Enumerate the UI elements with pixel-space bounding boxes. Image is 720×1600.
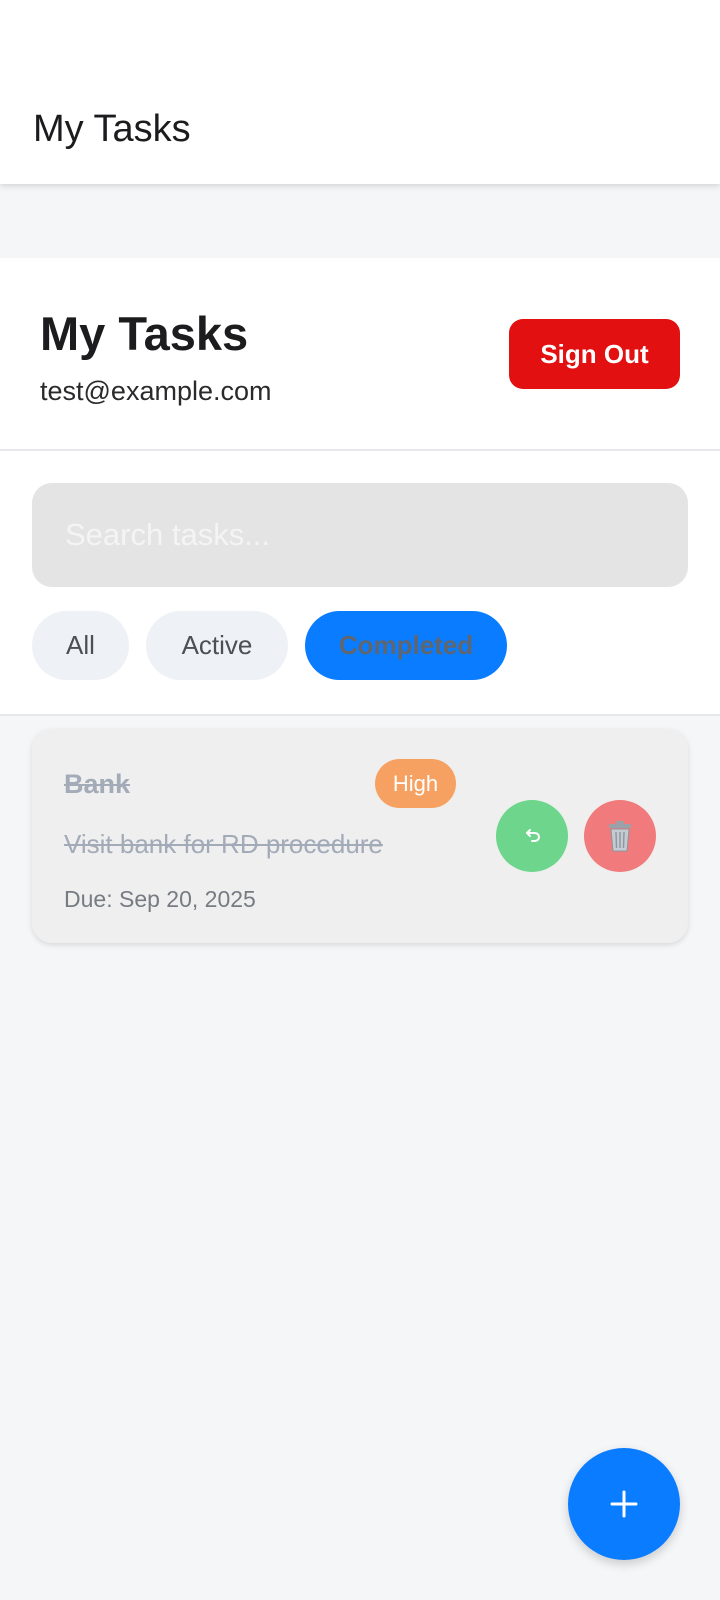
delete-button[interactable]	[584, 800, 656, 872]
trash-icon	[609, 821, 631, 852]
filter-chip-active[interactable]: Active	[146, 611, 288, 680]
task-card[interactable]: Bank High Visit bank for RD procedure Du…	[32, 729, 688, 943]
app-bar-title: My Tasks	[33, 108, 191, 150]
add-task-button[interactable]	[568, 1448, 680, 1560]
task-description: Visit bank for RD procedure	[64, 829, 383, 859]
app-bar: My Tasks	[0, 0, 720, 184]
undo-button[interactable]	[496, 800, 568, 872]
task-due-date: Due: Sep 20, 2025	[64, 886, 256, 912]
search-input[interactable]: Search tasks...	[32, 483, 688, 587]
search-placeholder: Search tasks...	[65, 517, 271, 552]
sign-out-button[interactable]: Sign Out	[509, 319, 680, 389]
task-title: Bank	[64, 769, 131, 799]
filter-chip-completed[interactable]: Completed	[305, 611, 507, 680]
priority-badge: High	[375, 759, 456, 808]
user-email: test@example.com	[40, 376, 272, 406]
undo-icon	[526, 829, 540, 842]
page-title: My Tasks	[40, 307, 249, 360]
filter-chip-all[interactable]: All	[32, 611, 129, 680]
plus-icon	[610, 1490, 638, 1518]
